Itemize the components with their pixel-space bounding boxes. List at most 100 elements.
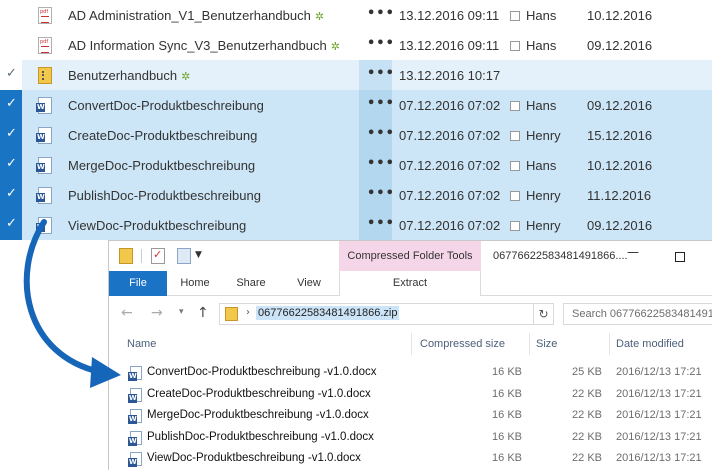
new-item-icon: ✲ [181, 70, 191, 83]
list-row-selected[interactable]: ✓ ViewDoc-Produktbeschreibung ••• 07.12.… [0, 210, 712, 240]
file-row[interactable]: ConvertDoc-Produktbeschreibung -v1.0.doc… [109, 363, 712, 385]
tab-extract[interactable]: Extract [339, 271, 481, 296]
checkmark-icon: ✓ [6, 66, 17, 81]
zip-folder-icon [225, 307, 238, 321]
refresh-icon[interactable]: ↻ [534, 303, 554, 325]
modified-date: 07.12.2016 07:02 [399, 188, 501, 203]
more-actions-button[interactable]: ••• [367, 156, 395, 171]
row-checkbox[interactable]: ✓ [0, 60, 22, 90]
compressed-size: 16 KB [492, 366, 522, 378]
file-name: PublishDoc-Produktbeschreibung -v1.0.doc… [147, 430, 374, 443]
person-field[interactable]: Hans [510, 8, 556, 23]
more-actions-button[interactable]: ••• [367, 186, 395, 201]
address-path[interactable]: 06776622583481491866.zip [256, 306, 400, 320]
list-row-selected[interactable]: ✓ PublishDoc-Produktbeschreibung ••• 07.… [0, 180, 712, 210]
recent-locations-icon[interactable]: ▾ [179, 307, 184, 317]
due-date: 10.12.2016 [587, 8, 653, 23]
person-field[interactable]: Hans [510, 98, 556, 113]
due-date: 09.12.2016 [587, 98, 653, 113]
due-date: 11.12.2016 [587, 188, 652, 203]
file-row[interactable]: CreateDoc-Produktbeschreibung -v1.0.docx… [109, 385, 712, 407]
column-divider[interactable] [411, 333, 412, 355]
file-row[interactable]: ViewDoc-Produktbeschreibung -v1.0.docx 1… [109, 449, 712, 470]
column-divider[interactable] [529, 333, 530, 355]
tab-share[interactable]: Share [223, 271, 279, 296]
more-actions-button[interactable]: ••• [367, 66, 395, 81]
more-actions-button[interactable]: ••• [367, 126, 395, 141]
tab-file[interactable]: File [109, 271, 167, 296]
document-name-link[interactable]: MergeDoc-Produktbeschreibung [68, 158, 255, 173]
list-row-selected[interactable]: ✓ ConvertDoc-Produktbeschreibung ••• 07.… [0, 90, 712, 120]
person-field[interactable]: Henry [510, 188, 561, 203]
row-checkbox[interactable]: ✓ [0, 120, 22, 150]
more-actions-button[interactable]: ••• [367, 96, 395, 111]
row-checkbox[interactable]: ✓ [0, 150, 22, 180]
row-checkbox[interactable]: ✓ [0, 210, 22, 240]
new-folder-icon[interactable] [177, 248, 191, 264]
date-modified: 2016/12/13 17:21 [616, 430, 702, 443]
row-checkbox[interactable]: ✓ [0, 90, 22, 120]
forward-arrow-icon[interactable]: → [151, 305, 163, 321]
more-actions-button[interactable]: ••• [367, 36, 395, 51]
modified-date: 07.12.2016 07:02 [399, 98, 501, 113]
word-document-icon [36, 187, 52, 204]
document-name-link[interactable]: AD Administration_V1_Benutzerhandbuch ✲ [68, 8, 324, 23]
file-size: 22 KB [572, 430, 602, 443]
tab-view[interactable]: View [279, 271, 339, 296]
person-field[interactable]: Hans [510, 38, 556, 53]
person-field[interactable]: Henry [510, 218, 561, 233]
more-actions-button[interactable]: ••• [367, 216, 395, 231]
document-name-link[interactable]: PublishDoc-Produktbeschreibung [68, 188, 261, 203]
tab-home[interactable]: Home [167, 271, 223, 296]
file-size: 22 KB [572, 452, 602, 464]
person-field[interactable]: Henry [510, 128, 561, 143]
document-library-list: AD Administration_V1_Benutzerhandbuch✲ •… [0, 0, 712, 240]
presence-icon [510, 191, 520, 201]
minimize-icon[interactable]: — [627, 245, 639, 259]
list-row-selected[interactable]: ✓ Benutzerhandbuch ✲ ••• 13.12.2016 10:17 [0, 60, 712, 90]
file-row[interactable]: MergeDoc-Produktbeschreibung -v1.0.docx … [109, 406, 712, 428]
modified-date: 13.12.2016 09:11 [399, 38, 500, 53]
search-input[interactable]: Search 06776622583481491866.zip [563, 303, 712, 325]
date-modified: 2016/12/13 17:21 [616, 366, 702, 378]
file-row[interactable]: PublishDoc-Produktbeschreibung -v1.0.doc… [109, 428, 712, 450]
column-header-size[interactable]: Size [536, 338, 557, 350]
due-date: 09.12.2016 [587, 38, 653, 53]
checkmark-icon: ✓ [6, 96, 17, 111]
row-checkbox[interactable]: ✓ [0, 180, 22, 210]
document-name-link[interactable]: AD Information Sync_V3_Benutzerhandbuch ✲ [68, 38, 340, 53]
document-name-link[interactable]: ConvertDoc-Produktbeschreibung [68, 98, 264, 113]
column-header-compressed-size[interactable]: Compressed size [420, 338, 505, 350]
list-row-selected[interactable]: ✓ CreateDoc-Produktbeschreibung ••• 07.1… [0, 120, 712, 150]
list-row[interactable]: AD Administration_V1_Benutzerhandbuch✲ •… [0, 0, 712, 30]
column-header-name[interactable]: Name [127, 338, 156, 350]
new-item-icon: ✲ [330, 40, 340, 53]
up-arrow-icon[interactable]: ↑ [197, 305, 209, 321]
list-row-selected[interactable]: ✓ MergeDoc-Produktbeschreibung ••• 07.12… [0, 150, 712, 180]
document-name-link[interactable]: ViewDoc-Produktbeschreibung [68, 218, 246, 233]
maximize-icon[interactable] [675, 252, 685, 262]
modified-date: 07.12.2016 07:02 [399, 218, 501, 233]
date-modified: 2016/12/13 17:21 [616, 387, 702, 400]
file-list: ConvertDoc-Produktbeschreibung -v1.0.doc… [109, 363, 712, 470]
presence-icon [510, 41, 520, 51]
toolbar-divider [141, 249, 142, 263]
document-name-link[interactable]: Benutzerhandbuch ✲ [68, 68, 190, 83]
file-name: ConvertDoc-Produktbeschreibung -v1.0.doc… [147, 366, 377, 378]
column-divider[interactable] [609, 333, 610, 355]
due-date: 15.12.2016 [587, 128, 653, 143]
presence-icon [510, 161, 520, 171]
title-bar: ▼ Compressed Folder Tools 06776622583481… [109, 241, 712, 271]
address-bar[interactable]: › 06776622583481491866.zip ▾ [219, 303, 627, 325]
chevron-right-icon[interactable]: › [246, 307, 250, 318]
document-name-link[interactable]: CreateDoc-Produktbeschreibung [68, 128, 257, 143]
word-document-icon [128, 430, 142, 446]
word-document-icon [36, 217, 52, 234]
more-actions-button[interactable]: ••• [367, 6, 395, 21]
list-row[interactable]: AD Information Sync_V3_Benutzerhandbuch✲… [0, 30, 712, 60]
back-arrow-icon[interactable]: ← [121, 305, 133, 321]
person-field[interactable]: Hans [510, 158, 556, 173]
properties-icon[interactable] [151, 248, 165, 264]
column-header-date-modified[interactable]: Date modified [616, 338, 684, 350]
customize-toolbar-icon[interactable]: ▼ [195, 250, 202, 260]
